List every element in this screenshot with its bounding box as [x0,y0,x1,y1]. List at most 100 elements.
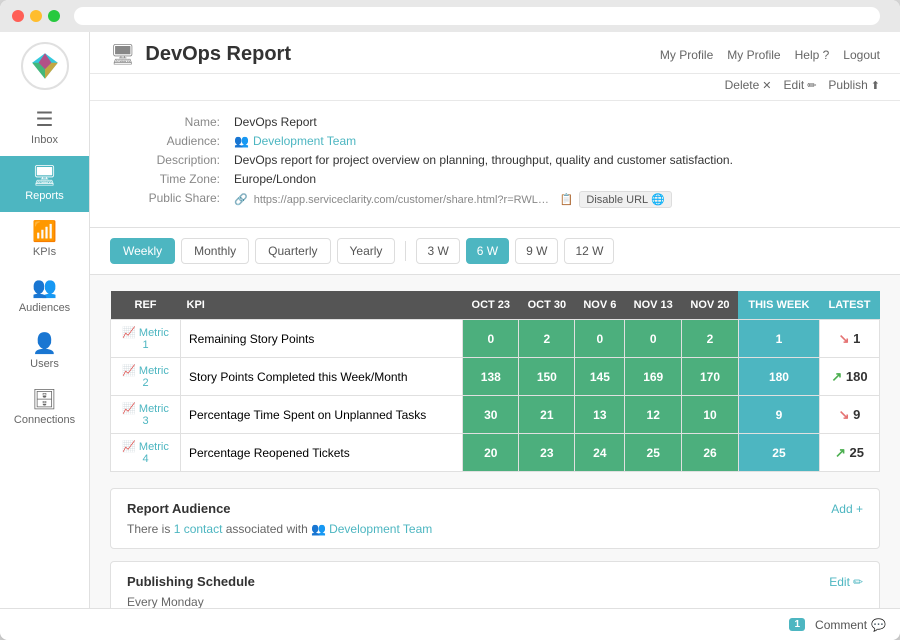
val-2-thisweek: 180 [738,358,819,396]
report-audience-title: Report Audience [127,501,231,516]
sidebar-item-reports[interactable]: 🖥 Reports [0,156,89,212]
tab-monthly[interactable]: Monthly [181,238,249,264]
help-link[interactable]: Help ? [795,48,830,62]
globe-icon: 🌐 [651,193,665,206]
maximize-btn[interactable] [48,10,60,22]
val-3-nov13: 12 [625,396,682,434]
week-9w[interactable]: 9 W [515,238,558,264]
val-3-nov20: 10 [682,396,739,434]
edit-text: Edit [784,78,805,92]
kpi-table: REF KPI OCT 23 OCT 30 NOV 6 NOV 13 NOV 2… [110,291,880,472]
schedule-text: Every Monday [127,595,863,608]
publish-button[interactable]: Publish ⬆ [828,78,880,92]
content-area: REF KPI OCT 23 OCT 30 NOV 6 NOV 13 NOV 2… [90,275,900,608]
sidebar-item-connections[interactable]: 🗄 Connections [0,380,89,436]
close-btn[interactable] [12,10,24,22]
delete-text: Delete [725,78,760,92]
report-audience-section: Report Audience Add + There is 1 contact… [110,488,880,549]
col-latest: LATEST [820,291,880,320]
share-icon: 🔗 [234,193,248,206]
val-1-oct30: 2 [519,320,575,358]
meta-section: Name: DevOps Report Audience: 👥 Developm… [90,101,900,228]
tab-yearly[interactable]: Yearly [337,238,396,264]
metric-trend-icon-3: 📈 [122,403,136,415]
sidebar-item-inbox-label: Inbox [31,134,58,146]
tab-quarterly[interactable]: Quarterly [255,238,330,264]
users-icon: 👤 [32,334,57,354]
comment-icon: 💬 [871,618,886,632]
edit-schedule-icon: ✏ [853,575,863,589]
val-3-nov6: 13 [575,396,625,434]
my-profile-text[interactable]: My Profile [727,48,780,62]
val-4-thisweek: 25 [738,434,819,472]
col-oct30: OCT 30 [519,291,575,320]
col-nov13: NOV 13 [625,291,682,320]
disable-url-button[interactable]: Disable URL 🌐 [579,191,671,208]
val-4-latest: ↗ 25 [820,434,880,472]
timezone-label: Time Zone: [110,172,220,186]
meta-row-share: Public Share: 🔗 https://app.serviceclari… [110,191,880,208]
edit-icon: ✏ [807,79,816,92]
sidebar-item-inbox[interactable]: ☰ Inbox [0,100,89,156]
sidebar-item-reports-label: Reports [25,190,64,202]
col-nov6: NOV 6 [575,291,625,320]
val-2-oct30: 150 [519,358,575,396]
bottom-bar: 1 Comment 💬 [0,608,900,640]
edit-button[interactable]: Edit ✏ [784,78,817,92]
copy-icon[interactable]: 📋 [560,193,574,206]
audience-value[interactable]: 👥 Development Team [234,134,356,148]
col-ref: REF [111,291,181,320]
add-audience-button[interactable]: Add + [831,502,863,516]
meta-row-audience: Audience: 👥 Development Team [110,134,880,148]
edit-schedule-button[interactable]: Edit ✏ [829,575,863,589]
address-bar[interactable] [74,7,880,25]
report-audience-text: There is 1 contact associated with 👥 Dev… [127,522,863,536]
publishing-schedule-section: Publishing Schedule Edit ✏ Every Monday [110,561,880,608]
ref-cell-4: 📈 Metric 4 [111,434,181,472]
col-nov20: NOV 20 [682,291,739,320]
meta-row-name: Name: DevOps Report [110,115,880,129]
comment-button[interactable]: Comment 💬 [815,618,886,632]
timezone-value: Europe/London [234,172,316,186]
sidebar-item-users[interactable]: 👤 Users [0,324,89,380]
team-link[interactable]: 👥 Development Team [311,522,432,536]
my-profile-link[interactable]: My Profile [660,48,713,62]
publishing-schedule-title: Publishing Schedule [127,574,255,589]
logout-link[interactable]: Logout [843,48,880,62]
tab-weekly[interactable]: Weekly [110,238,175,264]
report-presentation-icon: 🖥 [110,42,135,67]
val-2-oct23: 138 [463,358,519,396]
meta-row-timezone: Time Zone: Europe/London [110,172,880,186]
ref-cell-2: 📈 Metric 2 [111,358,181,396]
title-bar [0,0,900,32]
audience-icon: 👥 [234,134,249,148]
val-1-thisweek: 1 [738,320,819,358]
sidebar-item-kpis[interactable]: 📶 KPIs [0,212,89,268]
main-content: 🖥 DevOps Report My Profile My Profile He… [90,32,900,608]
val-2-nov13: 169 [625,358,682,396]
sidebar-item-kpis-label: KPIs [33,246,56,258]
week-3w[interactable]: 3 W [416,238,459,264]
val-1-nov6: 0 [575,320,625,358]
meta-row-description: Description: DevOps report for project o… [110,153,880,167]
app-logo [21,42,69,90]
trend-up-icon-2: ↗ [831,369,846,384]
val-3-latest: ↘ 9 [820,396,880,434]
audience-count-link[interactable]: 1 contact [174,522,226,536]
kpi-name-4: Percentage Reopened Tickets [181,434,463,472]
inbox-icon: ☰ [36,110,54,130]
sidebar: ☰ Inbox 🖥 Reports 📶 KPIs 👥 Audiences 👤 U… [0,32,90,608]
minimize-btn[interactable] [30,10,42,22]
sidebar-item-audiences[interactable]: 👥 Audiences [0,268,89,324]
description-label: Description: [110,153,220,167]
delete-button[interactable]: Delete ✕ [725,78,772,92]
audience-label: Audience: [110,134,220,148]
team-icon: 👥 [311,522,326,536]
week-12w[interactable]: 12 W [564,238,614,264]
kpi-name-2: Story Points Completed this Week/Month [181,358,463,396]
top-nav: My Profile My Profile Help ? Logout [660,48,880,62]
col-oct23: OCT 23 [463,291,519,320]
val-3-thisweek: 9 [738,396,819,434]
week-6w[interactable]: 6 W [466,238,509,264]
trend-down-icon-3: ↘ [839,407,854,422]
